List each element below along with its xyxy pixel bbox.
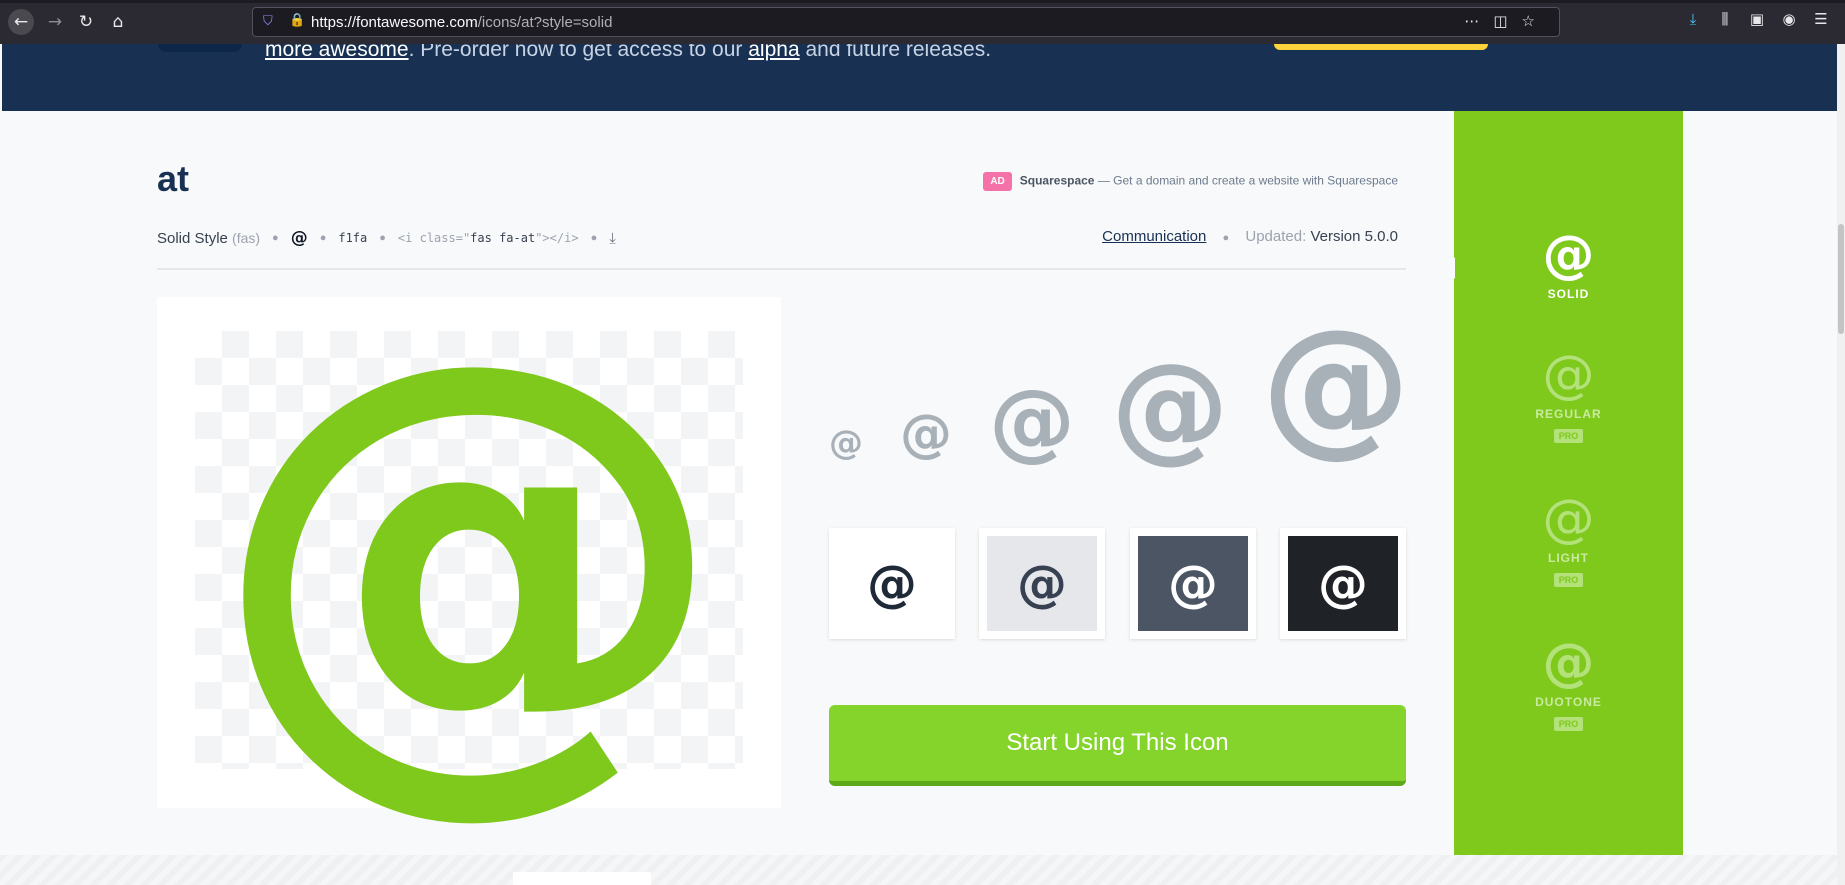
unicode-copy[interactable]: f1fa <box>338 231 367 245</box>
icon-meta-right: Communication ● Updated: Version 5.0.0 <box>1102 228 1398 245</box>
at-icon: @ <box>987 536 1097 631</box>
at-icon-xl: @ <box>1261 298 1411 472</box>
toolbar-icons: ⤓ ⫼ ▣ ◉ ☰ <box>1677 10 1837 28</box>
separator: ● <box>379 232 386 244</box>
style-label-duotone: DUOTONE <box>1535 695 1602 709</box>
glyph-copy[interactable]: @ <box>291 228 308 248</box>
style-label-regular: REGULAR <box>1535 407 1602 421</box>
at-icon-large: @ <box>209 249 729 856</box>
pro-badge: PRO <box>1553 429 1584 443</box>
icon-preview: @ <box>157 249 781 856</box>
page-scrollbar[interactable] <box>1837 44 1845 885</box>
style-item-duotone[interactable]: @ DUOTONE PRO <box>1454 637 1683 732</box>
forward-icon[interactable]: → <box>42 9 68 35</box>
at-icon: @ <box>1288 536 1398 631</box>
bookmark-star-icon[interactable]: ☆ <box>1522 12 1549 30</box>
sidebar-icon[interactable]: ▣ <box>1741 10 1773 28</box>
style-item-light[interactable]: @ LIGHT PRO <box>1454 493 1683 588</box>
browser-toolbar: ← → ↻ ⌂ ⛉ 🔒 https://fontawesome.com/icon… <box>0 0 1845 44</box>
lock-icon[interactable]: 🔒 <box>289 13 305 28</box>
ad-brand[interactable]: Squarespace <box>1020 174 1095 188</box>
at-icon-lg: @ <box>1111 337 1229 475</box>
separator: ● <box>590 232 598 244</box>
banner-logo <box>158 44 242 52</box>
separator: ● <box>1222 232 1230 244</box>
pro-badge: PRO <box>1553 717 1584 731</box>
pro-badge: PRO <box>1553 573 1584 587</box>
at-icon-xs: @ <box>829 423 863 463</box>
swatch-black[interactable]: @ <box>1280 528 1406 639</box>
at-icon-regular: @ <box>1542 345 1595 405</box>
banner-cta-button[interactable] <box>1274 44 1488 50</box>
swatch-white[interactable]: @ <box>829 528 955 639</box>
footer-card-top <box>513 872 651 885</box>
html-snippet-copy[interactable]: <i class="fas fa-at"></i> <box>398 231 579 245</box>
swatch-light-grey[interactable]: @ <box>979 528 1105 639</box>
url-text[interactable]: https://fontawesome.com/icons/at?style=s… <box>311 14 612 31</box>
footer-pattern <box>0 855 1837 885</box>
shield-icon[interactable]: ⛉ <box>263 14 273 29</box>
scrollbar-thumb[interactable] <box>1838 224 1844 334</box>
download-icon[interactable]: ⤓ <box>1677 10 1709 28</box>
style-label: Solid Style <box>157 229 228 247</box>
at-icon: @ <box>1138 536 1248 631</box>
start-using-icon-button[interactable]: Start Using This Icon <box>829 705 1406 786</box>
banner-link-more-awesome[interactable]: more awesome <box>265 44 409 61</box>
pocket-icon[interactable]: ◫ <box>1493 12 1521 30</box>
at-icon-md: @ <box>989 371 1075 471</box>
style-item-regular[interactable]: @ REGULAR PRO <box>1454 349 1683 444</box>
ad-text[interactable]: Get a domain and create a website with S… <box>1113 174 1398 188</box>
style-item-solid[interactable]: @ SOLID <box>1454 229 1683 301</box>
home-icon[interactable]: ⌂ <box>105 9 131 35</box>
style-label-solid: SOLID <box>1547 287 1590 301</box>
download-svg-icon[interactable]: ⤓ <box>609 229 616 247</box>
banner-link-alpha[interactable]: alpha <box>748 44 799 61</box>
swatch-dark-grey[interactable]: @ <box>1130 528 1256 639</box>
at-icon: @ <box>837 536 947 631</box>
back-icon[interactable]: ← <box>8 9 34 35</box>
size-ramp: @ @ @ @ @ <box>829 310 1411 465</box>
style-prefix: (fas) <box>232 230 261 246</box>
icon-title: at <box>157 158 190 199</box>
ad-slot[interactable]: AD Squarespace — Get a domain and create … <box>983 172 1398 191</box>
menu-icon[interactable]: ☰ <box>1805 10 1837 28</box>
promo-banner: more awesome. Pre-order now to get acces… <box>2 44 1837 111</box>
ad-badge: AD <box>983 172 1012 191</box>
style-label-light: LIGHT <box>1548 551 1589 565</box>
banner-text: more awesome. Pre-order now to get acces… <box>265 44 991 62</box>
separator: ● <box>272 232 279 244</box>
more-icon[interactable]: ⋯ <box>1464 12 1493 30</box>
at-icon-solid: @ <box>1542 225 1595 285</box>
address-bar[interactable]: ⛉ 🔒 https://fontawesome.com/icons/at?sty… <box>252 7 1560 37</box>
separator: ● <box>319 232 327 244</box>
version-text: Version 5.0.0 <box>1310 228 1398 245</box>
at-icon-duotone: @ <box>1542 633 1595 693</box>
account-icon[interactable]: ◉ <box>1773 10 1805 28</box>
library-icon[interactable]: ⫼ <box>1709 10 1741 28</box>
updated-label: Updated: <box>1245 228 1307 245</box>
page-actions: ⋯◫☆ <box>1464 12 1549 30</box>
at-icon-sm: @ <box>900 404 952 464</box>
at-icon-light: @ <box>1542 489 1595 549</box>
style-switcher: @ SOLID @ REGULAR PRO @ LIGHT PRO @ DUOT… <box>1444 111 1683 855</box>
icon-meta: Solid Style (fas) ● @ ● f1fa ● <i class=… <box>157 228 616 248</box>
category-link[interactable]: Communication <box>1102 228 1206 245</box>
reload-icon[interactable]: ↻ <box>73 9 99 35</box>
tab-strip <box>0 0 1845 3</box>
